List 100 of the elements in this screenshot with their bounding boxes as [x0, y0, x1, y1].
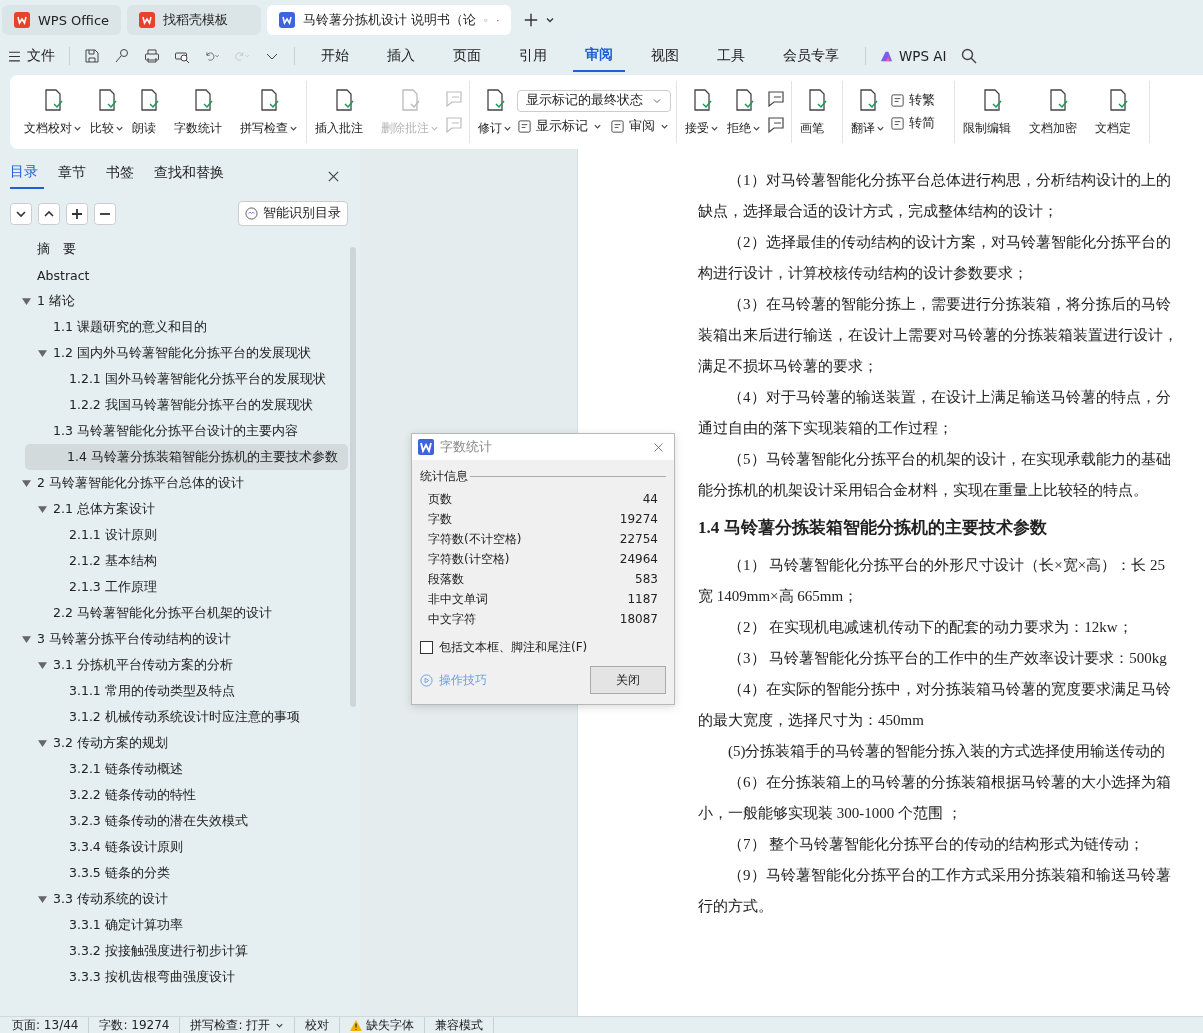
expand-triangle-icon[interactable]: [22, 634, 31, 644]
toc-item[interactable]: 2 马铃薯智能化分拣平台总体的设计: [0, 470, 348, 496]
ribbon-small-button[interactable]: 转繁: [890, 92, 949, 109]
browser-tab[interactable]: WPS Office: [2, 5, 121, 35]
status-item[interactable]: 校对: [305, 1016, 341, 1033]
toc-item-label: 3.3.5 链条的分类: [69, 864, 170, 882]
expand-triangle-icon[interactable]: [38, 660, 47, 670]
nav-tab[interactable]: 查找和替换: [154, 164, 230, 188]
file-menu[interactable]: 文件: [8, 47, 55, 65]
ribbon-small-button[interactable]: 转简: [890, 115, 949, 132]
nav-tab[interactable]: 目录: [10, 163, 44, 189]
ai-button[interactable]: WPS AI: [880, 48, 947, 64]
ribbon-tab[interactable]: 会员专享: [771, 41, 851, 71]
comment-nav-icon[interactable]: [766, 115, 786, 135]
browser-tab[interactable]: 找稻壳模板: [127, 5, 261, 35]
ribbon-button[interactable]: 拼写检查: [237, 83, 301, 141]
checkbox[interactable]: [420, 641, 433, 654]
toc-item[interactable]: 3.3.5 链条的分类: [0, 860, 348, 886]
ai-logo-icon: [880, 49, 893, 63]
minus-icon[interactable]: [94, 202, 116, 225]
toc-item[interactable]: 3.3.1 确定计算功率: [0, 912, 348, 938]
spellcheck-status[interactable]: 拼写检查: 打开: [190, 1016, 296, 1033]
chevron-up-icon[interactable]: [38, 202, 60, 225]
ribbon-button[interactable]: 画笔: [797, 83, 837, 141]
chevron-down-icon[interactable]: [545, 15, 555, 25]
toc-item[interactable]: 2.2 马铃薯智能化分拣平台机架的设计: [0, 600, 348, 626]
ribbon-tab[interactable]: 页面: [441, 41, 493, 71]
stat-value: 22754: [619, 532, 658, 546]
ribbon-button[interactable]: 比较: [87, 83, 127, 141]
toc-item[interactable]: 3.2.2 链条传动的特性: [0, 782, 348, 808]
ribbon-button[interactable]: 插入批注: [312, 83, 376, 141]
toc-item[interactable]: 2.1.2 基本结构: [0, 548, 348, 574]
markup-select[interactable]: 显示标记的最终状态: [517, 89, 671, 112]
toc-item[interactable]: 1.2 国内外马铃薯智能化分拣平台的发展现状: [0, 340, 348, 366]
toc-item[interactable]: 3.1.1 常用的传动类型及特点: [0, 678, 348, 704]
ribbon-button[interactable]: 翻译: [848, 83, 888, 141]
missing-font-status[interactable]: 缺失字体: [350, 1016, 426, 1033]
print-icon[interactable]: [144, 48, 160, 64]
toc-item[interactable]: 3.2.1 链条传动概述: [0, 756, 348, 782]
toc-item[interactable]: Abstract: [0, 262, 348, 288]
toc-item[interactable]: 摘 要: [0, 236, 348, 262]
expand-triangle-icon[interactable]: [38, 504, 47, 514]
ribbon-button[interactable]: 朗读: [129, 83, 169, 141]
toc-item[interactable]: 2.1.3 工作原理: [0, 574, 348, 600]
ribbon-button[interactable]: 文档定: [1092, 83, 1144, 141]
close-icon[interactable]: [653, 441, 664, 453]
ribbon-button[interactable]: 限制编辑: [960, 83, 1024, 141]
search-icon[interactable]: [960, 48, 977, 64]
ribbon-tab[interactable]: 插入: [375, 41, 427, 71]
nav-tab[interactable]: 书签: [106, 164, 140, 188]
toc-item[interactable]: 3.2.3 链条传动的潜在失效模式: [0, 808, 348, 834]
toc-item[interactable]: 1 绪论: [0, 288, 348, 314]
ribbon-small-button[interactable]: 审阅: [610, 117, 669, 135]
toc-item[interactable]: 1.1 课题研究的意义和目的: [0, 314, 348, 340]
toc-item[interactable]: 2.1.1 设计原则: [0, 522, 348, 548]
collapse-down-icon[interactable]: [10, 202, 32, 225]
toc-item[interactable]: 3.3.2 按接触强度进行初步计算: [0, 938, 348, 964]
ribbon-tab[interactable]: 引用: [507, 41, 559, 71]
ribbon-button[interactable]: 修订: [475, 83, 515, 141]
toc-item[interactable]: 2.1 总体方案设计: [0, 496, 348, 522]
ribbon-tab[interactable]: 开始: [309, 41, 361, 71]
close-button[interactable]: 关闭: [590, 666, 666, 694]
ribbon-tab[interactable]: 视图: [639, 41, 691, 71]
toc-item[interactable]: 1.3 马铃薯智能化分拣平台设计的主要内容: [0, 418, 348, 444]
expand-triangle-icon[interactable]: [22, 296, 31, 306]
checkbox-label[interactable]: 包括文本框、脚注和尾注(F): [439, 639, 588, 656]
save-icon[interactable]: [84, 48, 100, 64]
status-item[interactable]: 页面: 13/44: [12, 1016, 90, 1033]
toc-item[interactable]: 3.3.3 按机齿根弯曲强度设计: [0, 964, 348, 990]
toc-item[interactable]: 3.1 分拣机平台传动方案的分析: [0, 652, 348, 678]
expand-triangle-icon[interactable]: [38, 348, 47, 358]
toc-item[interactable]: 3.2 传动方案的规划: [0, 730, 348, 756]
ribbon-tab[interactable]: 审阅: [573, 40, 625, 72]
status-item[interactable]: 兼容模式: [435, 1016, 495, 1033]
close-icon[interactable]: [327, 169, 340, 183]
toc-item[interactable]: 1.2.2 我国马铃薯智能分拣平台的发展现状: [0, 392, 348, 418]
toc-item[interactable]: 3.1.2 机械传动系统设计时应注意的事项: [0, 704, 348, 730]
expand-triangle-icon[interactable]: [22, 478, 31, 488]
toc-item[interactable]: 1.4 马铃薯分拣装箱智能分拣机的主要技术参数: [25, 444, 348, 470]
status-item[interactable]: 字数: 19274: [99, 1016, 181, 1033]
toc-item[interactable]: 3 马铃薯分拣平台传动结构的设计: [0, 626, 348, 652]
ribbon-button[interactable]: 拒绝: [724, 83, 764, 141]
browser-tab[interactable]: 马铃薯分拣机设计 说明书（论: [267, 5, 511, 35]
expand-triangle-icon[interactable]: [38, 894, 47, 904]
comment-nav-icon[interactable]: [766, 89, 786, 109]
plus-icon[interactable]: [66, 202, 88, 225]
smart-toc-button[interactable]: 智能识别目录: [238, 201, 348, 226]
toc-item[interactable]: 1.2.1 国外马铃薯智能化分拣平台的发展现状: [0, 366, 348, 392]
ribbon-button[interactable]: 接受: [682, 83, 722, 141]
ribbon-button[interactable]: 文档加密: [1026, 83, 1090, 141]
ribbon-tab[interactable]: 工具: [705, 41, 757, 71]
toc-item[interactable]: 3.3 传动系统的设计: [0, 886, 348, 912]
toc-item[interactable]: 3.3.4 链条设计原则: [0, 834, 348, 860]
scrollbar[interactable]: [350, 247, 356, 707]
expand-triangle-icon[interactable]: [38, 738, 47, 748]
nav-tab[interactable]: 章节: [58, 164, 92, 188]
ribbon-button[interactable]: 文档校对: [21, 83, 85, 141]
new-tab-icon[interactable]: [523, 12, 539, 28]
ribbon-button[interactable]: 字数统计: [171, 83, 235, 141]
ribbon-small-button[interactable]: 显示标记: [517, 117, 602, 135]
